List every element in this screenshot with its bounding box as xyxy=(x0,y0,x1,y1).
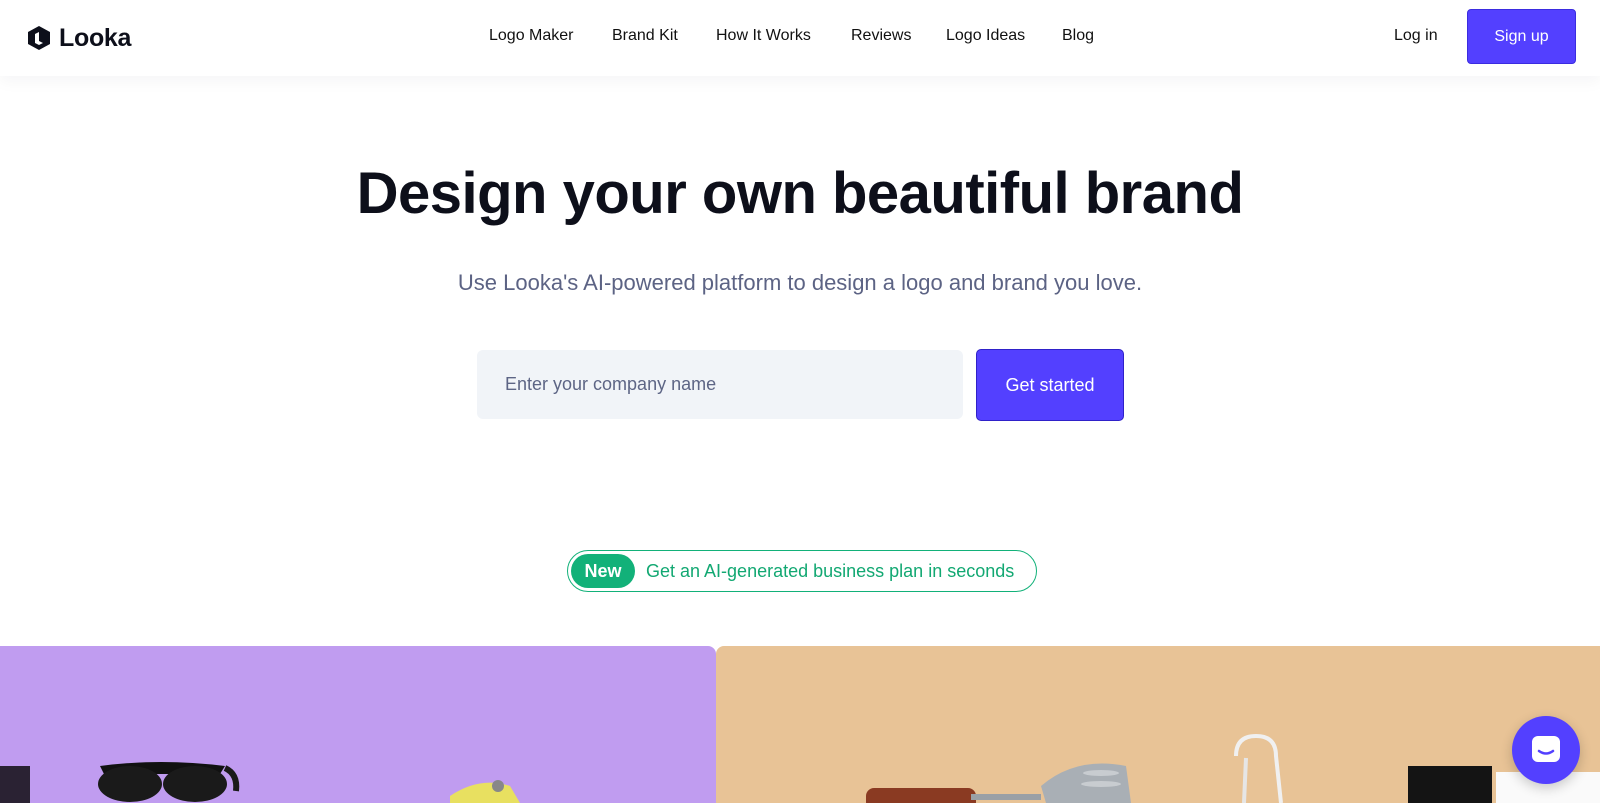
brand-name: Looka xyxy=(59,23,132,52)
main-nav: Logo Maker Brand Kit How It Works Review… xyxy=(0,0,1600,76)
grill-tools-photo xyxy=(866,733,1600,803)
get-started-button[interactable]: Get started xyxy=(976,349,1124,421)
sunglasses-photo xyxy=(0,762,520,803)
showcase-image-right xyxy=(716,646,1600,803)
hero-title: Design your own beautiful brand xyxy=(356,161,1244,226)
nav-brand-kit[interactable]: Brand Kit xyxy=(612,27,678,45)
new-badge: New xyxy=(571,554,635,588)
showcase-image-left xyxy=(0,646,716,803)
nav-blog[interactable]: Blog xyxy=(1062,27,1094,45)
promo-text: Get an AI-generated business plan in sec… xyxy=(646,560,1015,581)
looka-hexagon-icon xyxy=(28,26,50,50)
nav-logo-maker[interactable]: Logo Maker xyxy=(489,27,574,45)
business-plan-promo[interactable]: New Get an AI-generated business plan in… xyxy=(567,550,1037,592)
chat-launcher-button[interactable] xyxy=(1512,716,1580,784)
looka-logo[interactable]: Looka xyxy=(26,22,131,54)
nav-reviews[interactable]: Reviews xyxy=(851,27,911,45)
nav-how-it-works[interactable]: How It Works xyxy=(716,27,811,45)
chat-bubble-icon xyxy=(1532,736,1560,762)
login-link[interactable]: Log in xyxy=(1394,27,1438,45)
nav-logo-ideas[interactable]: Logo Ideas xyxy=(946,27,1025,45)
hero-subtitle: Use Looka's AI-powered platform to desig… xyxy=(457,270,1143,295)
signup-button[interactable]: Sign up xyxy=(1467,9,1576,64)
company-name-input[interactable] xyxy=(477,350,963,419)
site-header: Looka Logo Maker Brand Kit How It Works … xyxy=(0,0,1600,76)
